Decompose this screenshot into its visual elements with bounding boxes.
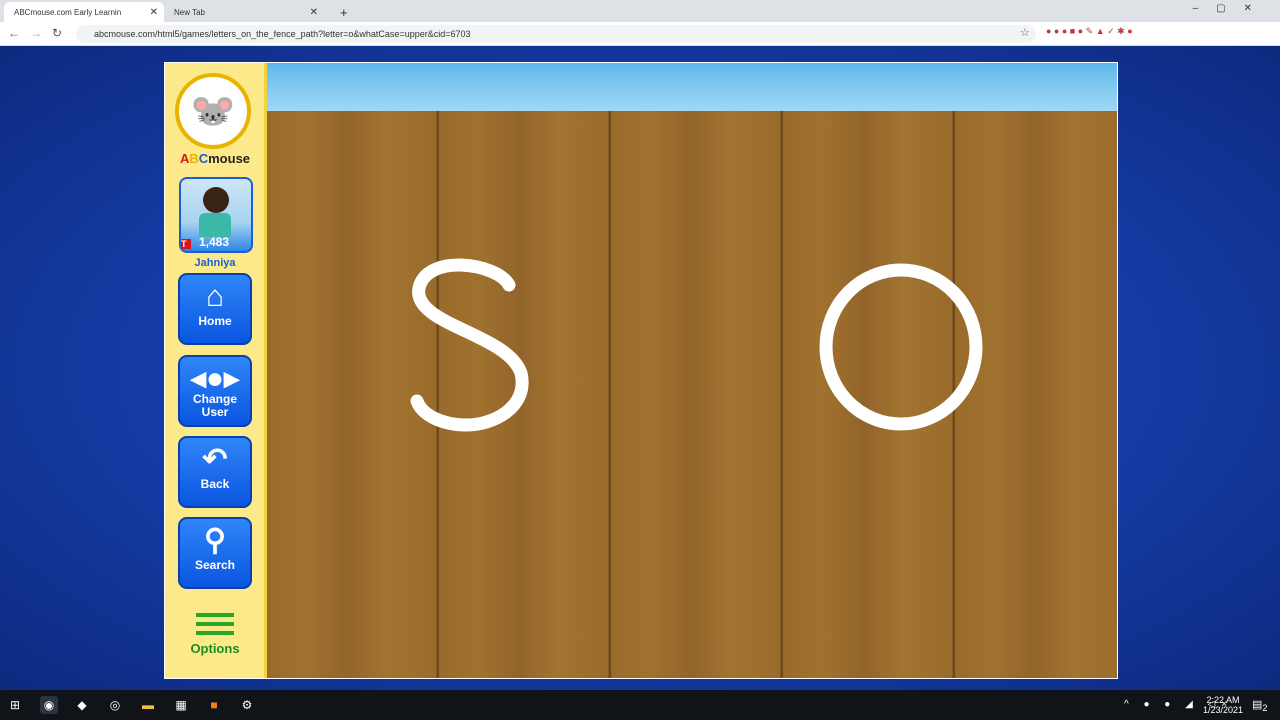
sidebar: 🐭 ABCmouse T 1,483 Jahniya ⌂ Home ◂●▸ Chan… [165, 63, 267, 678]
ticket-badge: T [181, 239, 191, 249]
game-area[interactable]: S O [267, 63, 1117, 678]
tab-new-tab[interactable]: New Tab ✕ [164, 2, 324, 22]
back-arrow-icon: ↶ [202, 443, 228, 476]
home-icon: ⌂ [205, 280, 225, 313]
app-icon[interactable]: ■ [205, 696, 223, 714]
game-frame: 🐭 ABCmouse T 1,483 Jahniya ⌂ Home ◂●▸ Chan… [164, 62, 1118, 679]
change-user-icon: ◂●▸ [190, 362, 240, 395]
bookmark-star-icon[interactable]: ☆ [1020, 26, 1030, 39]
brand-text: mouse [208, 151, 251, 166]
forward-icon[interactable]: → [30, 26, 42, 40]
file-explorer-icon[interactable]: ▬ [139, 696, 157, 714]
taskbar: ⊞ ◉ ◆ ◎ ▬ ▦ ■ ⚙ ^ ● ● ◢ ◁× 2:22 AM 1/23/2… [0, 690, 1280, 720]
tab-abcmouse[interactable]: ABCmouse.com Early Learnin ✕ [4, 2, 164, 22]
back-button[interactable]: ↶ Back [178, 436, 252, 508]
url-input[interactable]: abcmouse.com/html5/games/letters_on_the_… [76, 25, 1036, 43]
new-tab-button[interactable]: + [330, 2, 348, 22]
extension-icons[interactable]: ● ● ● ■ ● ✎ ▲ ✓ ✱ ● [1046, 26, 1133, 37]
menu-icon [196, 613, 234, 635]
avatar[interactable]: T 1,483 [179, 177, 253, 253]
ticket-count: 1,483 [199, 235, 230, 249]
options-label: Options [190, 641, 240, 656]
brand-name: ABCmouse [179, 151, 251, 166]
steam-icon[interactable]: ⚙ [238, 696, 256, 714]
address-bar-row: ← → ↻ abcmouse.com/html5/games/letters_o… [0, 22, 1280, 46]
app-icon[interactable]: ◆ [73, 696, 91, 714]
home-button[interactable]: ⌂ Home [178, 273, 252, 345]
tab-strip: ABCmouse.com Early Learnin ✕ New Tab ✕ + –… [0, 0, 1280, 22]
url-text: abcmouse.com/html5/games/letters_on_the_… [94, 29, 471, 39]
search-button[interactable]: ⚲ Search [178, 517, 252, 589]
tab-title: ABCmouse.com Early Learnin [14, 7, 122, 17]
reload-icon[interactable]: ↻ [52, 26, 62, 40]
user-name: Jahniya [194, 257, 236, 269]
notification-count: 2 [1262, 703, 1268, 714]
chrome-icon[interactable]: ◉ [40, 696, 58, 714]
clock[interactable]: 2:22 AM 1/23/2021 [1198, 695, 1248, 715]
date: 1/23/2021 [1202, 705, 1244, 715]
letter-o[interactable] [819, 263, 983, 431]
button-label: Back [200, 477, 230, 491]
start-icon[interactable]: ⊞ [6, 696, 24, 714]
letters-layer [410, 258, 983, 432]
letter-s[interactable] [410, 258, 529, 432]
search-icon: ⚲ [204, 524, 226, 557]
button-label: Home [198, 314, 232, 328]
notifications-icon[interactable]: ▤2 [1252, 698, 1268, 713]
close-tab-icon[interactable]: ✕ [310, 7, 318, 18]
window-controls[interactable]: –▢✕ [1193, 3, 1270, 14]
button-label: Search [194, 558, 236, 572]
time: 2:22 AM [1206, 695, 1240, 705]
back-icon[interactable]: ← [8, 26, 20, 40]
button-label: Change User [192, 392, 237, 419]
close-tab-icon[interactable]: ✕ [150, 7, 158, 18]
abcmouse-logo[interactable]: 🐭 [175, 73, 251, 149]
change-user-button[interactable]: ◂●▸ Change User [178, 355, 252, 427]
app-icon[interactable]: ◎ [106, 696, 124, 714]
calculator-icon[interactable]: ▦ [172, 696, 190, 714]
options-button[interactable]: Options [165, 613, 265, 656]
tab-title: New Tab [174, 7, 205, 17]
